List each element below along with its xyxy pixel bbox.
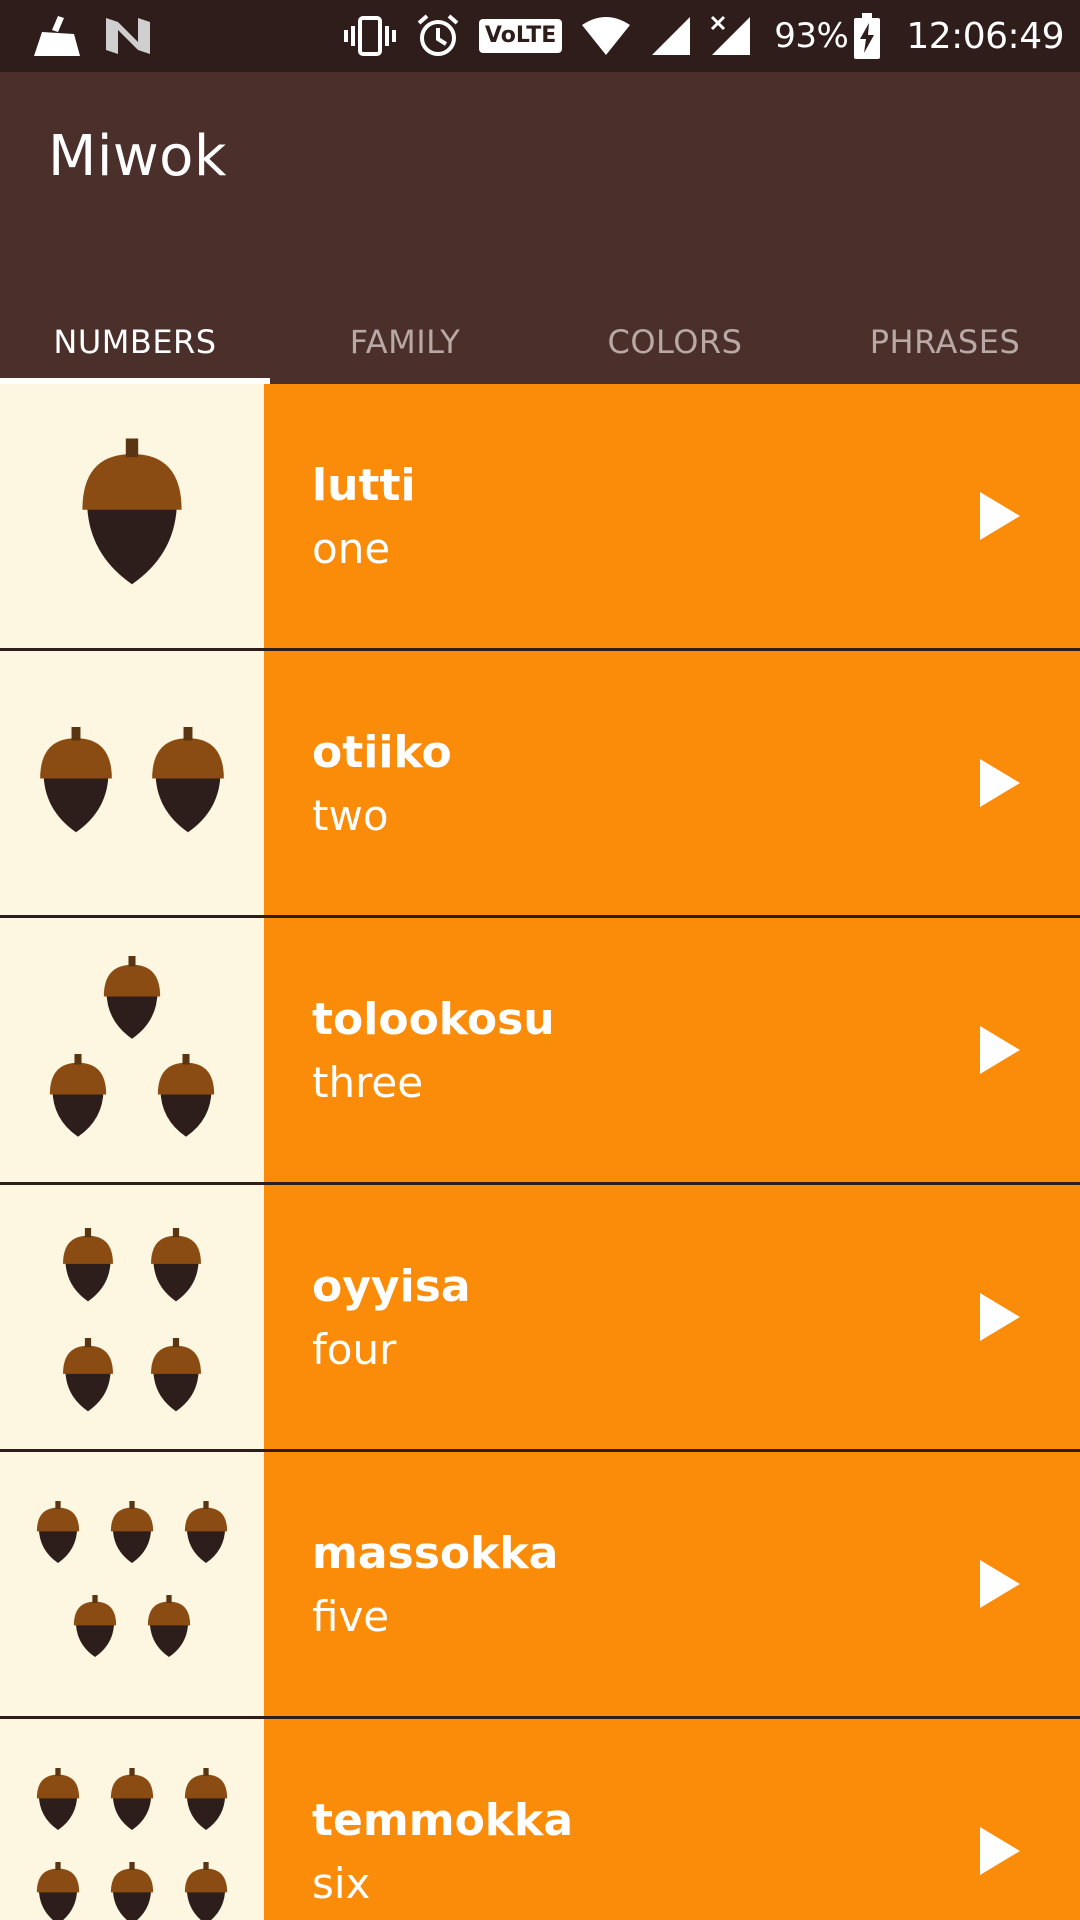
english-translation: six — [312, 1859, 371, 1908]
play-icon[interactable] — [980, 1293, 1020, 1341]
acorn-group — [82, 438, 182, 585]
number-image — [0, 1719, 264, 1920]
number-image — [0, 384, 264, 648]
english-translation: one — [312, 524, 391, 573]
word-card[interactable]: temmokka six — [264, 1719, 1080, 1920]
tab-label: COLORS — [607, 323, 743, 361]
play-icon[interactable] — [980, 1827, 1020, 1875]
miwok-word: massokka — [312, 1528, 559, 1579]
list-item[interactable]: massokka five — [0, 1452, 1080, 1716]
acorn-group — [63, 1228, 201, 1412]
status-bar: VoLTE 93% 12:06:49 — [0, 0, 1080, 72]
play-icon[interactable] — [980, 492, 1020, 540]
tab-colors[interactable]: COLORS — [540, 300, 810, 384]
volte-icon: VoLTE — [478, 19, 563, 53]
list-item[interactable]: oyyisa four — [0, 1185, 1080, 1449]
number-image — [0, 1452, 264, 1716]
acorn-icon — [157, 1054, 215, 1137]
cleaner-icon — [34, 16, 80, 56]
acorn-icon — [63, 1338, 113, 1412]
word-card[interactable]: massokka five — [264, 1452, 1080, 1716]
acorn-icon — [110, 1862, 154, 1920]
acorn-icon — [73, 1595, 117, 1658]
acorn-icon — [36, 1862, 80, 1920]
acorn-icon — [152, 727, 224, 833]
word-card[interactable]: lutti one — [264, 384, 1080, 648]
acorn-group — [40, 727, 224, 833]
word-card[interactable]: oyyisa four — [264, 1185, 1080, 1449]
acorn-icon — [151, 1228, 201, 1302]
battery-percent: 93% — [774, 16, 849, 56]
acorn-icon — [49, 1054, 107, 1137]
acorn-icon — [184, 1862, 228, 1920]
tab-label: PHRASES — [869, 323, 1021, 361]
english-translation: two — [312, 791, 389, 840]
list-item[interactable]: tolookosu three — [0, 918, 1080, 1182]
play-icon[interactable] — [980, 759, 1020, 807]
miwok-word: tolookosu — [312, 994, 555, 1045]
acorn-group — [49, 956, 215, 1137]
tab-label: NUMBERS — [53, 323, 217, 361]
number-image — [0, 651, 264, 915]
acorn-icon — [151, 1338, 201, 1412]
english-translation: three — [312, 1058, 424, 1107]
tab-phrases[interactable]: PHRASES — [810, 300, 1080, 384]
acorn-icon — [40, 727, 112, 833]
vibrate-icon — [343, 16, 396, 56]
acorn-icon — [63, 1228, 113, 1302]
miwok-word: oyyisa — [312, 1261, 471, 1312]
acorn-group — [36, 1501, 228, 1658]
tab-bar: NUMBERS FAMILY COLORS PHRASES — [0, 300, 1080, 384]
acorn-icon — [82, 438, 182, 585]
list-item[interactable]: otiiko two — [0, 651, 1080, 915]
number-image — [0, 918, 264, 1182]
list-item[interactable]: temmokka six — [0, 1719, 1080, 1920]
acorn-icon — [36, 1501, 80, 1564]
n-icon — [106, 18, 150, 54]
word-list[interactable]: lutti one otiiko two tolookosu three oyy… — [0, 384, 1080, 1920]
tab-numbers[interactable]: NUMBERS — [0, 300, 270, 384]
app-bar: Miwok NUMBERS FAMILY COLORS PHRASES — [0, 72, 1080, 384]
list-item[interactable]: lutti one — [0, 384, 1080, 648]
acorn-group — [36, 1768, 228, 1920]
acorn-icon — [103, 956, 161, 1039]
play-icon[interactable] — [980, 1026, 1020, 1074]
tab-label: FAMILY — [349, 323, 461, 361]
english-translation: four — [312, 1325, 397, 1374]
miwok-word: lutti — [312, 460, 416, 511]
word-card[interactable]: otiiko two — [264, 651, 1080, 915]
play-icon[interactable] — [980, 1560, 1020, 1608]
acorn-icon — [184, 1768, 228, 1831]
alarm-icon — [417, 14, 459, 56]
acorn-icon — [36, 1768, 80, 1831]
english-translation: five — [312, 1592, 390, 1641]
app-title: Miwok — [48, 124, 227, 189]
acorn-icon — [147, 1595, 191, 1658]
wifi-icon — [582, 17, 631, 55]
status-icons: VoLTE 93% 12:06:49 — [325, 0, 1064, 72]
clock: 12:06:49 — [906, 15, 1064, 57]
number-image — [0, 1185, 264, 1449]
acorn-icon — [110, 1768, 154, 1831]
signal-no-data-icon — [710, 15, 751, 55]
acorn-icon — [184, 1501, 228, 1564]
tab-family[interactable]: FAMILY — [270, 300, 540, 384]
battery-charging-icon — [854, 13, 881, 59]
word-card[interactable]: tolookosu three — [264, 918, 1080, 1182]
miwok-word: otiiko — [312, 727, 452, 778]
signal-icon — [652, 17, 691, 55]
acorn-icon — [110, 1501, 154, 1564]
miwok-word: temmokka — [312, 1795, 574, 1846]
